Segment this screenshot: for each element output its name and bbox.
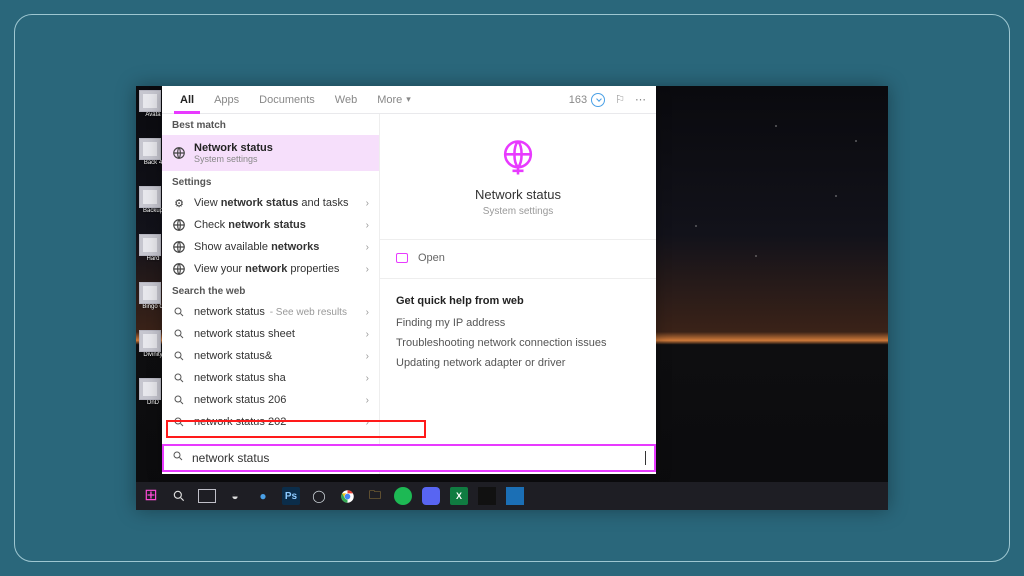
help-link[interactable]: Finding my IP address [396, 313, 640, 333]
result-label: network status 206 [194, 394, 358, 406]
result-label: View network status and tasks [194, 197, 358, 209]
globe-icon [172, 240, 186, 254]
excel-icon[interactable]: X [450, 487, 468, 505]
globe-icon [172, 262, 186, 276]
search-icon [172, 371, 186, 385]
taskbar: ⊞ ◒ ● Ps ◯ 🗀 X [136, 482, 888, 510]
web-result[interactable]: network status sheet › [162, 323, 379, 345]
chrome-icon[interactable] [338, 487, 356, 505]
rewards-icon [591, 93, 605, 107]
discord-icon[interactable] [422, 487, 440, 505]
chevron-right-icon: › [366, 373, 369, 384]
chevron-right-icon: › [366, 307, 369, 318]
result-label: View your network properties [194, 263, 358, 275]
search-icon [172, 349, 186, 363]
more-options-icon[interactable]: ⋯ [635, 93, 648, 106]
open-icon [396, 253, 408, 263]
result-label: Show available networks [194, 241, 358, 253]
tab-more[interactable]: More▾ [367, 86, 421, 113]
taskbar-search-icon[interactable] [170, 487, 188, 505]
gear-icon: ⚙ [172, 196, 186, 210]
web-result[interactable]: network status - See web results › [162, 301, 379, 323]
settings-result[interactable]: View your network properties › [162, 258, 379, 280]
web-result[interactable]: network status 206 › [162, 389, 379, 411]
section-settings: Settings [162, 171, 379, 192]
result-kind: System settings [194, 154, 273, 164]
result-label: network status - See web results [194, 306, 358, 318]
result-label: network status sha [194, 372, 358, 384]
taskbar-app-icon[interactable]: ● [254, 487, 272, 505]
chevron-right-icon: › [366, 220, 369, 231]
steam-icon[interactable]: ◯ [310, 487, 328, 505]
settings-result[interactable]: Show available networks › [162, 236, 379, 258]
result-label: Check network status [194, 219, 358, 231]
taskbar-app-icon[interactable]: ◒ [226, 487, 244, 505]
chevron-right-icon: › [366, 329, 369, 340]
terminal-icon[interactable] [478, 487, 496, 505]
settings-result[interactable]: Check network status › [162, 214, 379, 236]
search-icon [172, 327, 186, 341]
result-detail-pane: Network status System settings Open Get … [380, 114, 656, 474]
web-result[interactable]: network status& › [162, 345, 379, 367]
taskbar-app-icon[interactable] [506, 487, 524, 505]
search-tabs: All Apps Documents Web More▾ 163 ⚐ ⋯ [162, 86, 656, 114]
search-icon [172, 449, 184, 467]
section-search-web: Search the web [162, 280, 379, 301]
divider [380, 278, 656, 279]
chevron-right-icon: › [366, 242, 369, 253]
spotify-icon[interactable] [394, 487, 412, 505]
chevron-right-icon: › [366, 395, 369, 406]
search-icon [172, 305, 186, 319]
tab-documents[interactable]: Documents [249, 86, 325, 113]
rewards-badge[interactable]: 163 [569, 93, 605, 107]
search-icon [172, 393, 186, 407]
chevron-down-icon: ▾ [406, 94, 411, 105]
settings-result[interactable]: ⚙ View network status and tasks › [162, 192, 379, 214]
chevron-right-icon: › [366, 417, 369, 428]
feedback-icon[interactable]: ⚐ [615, 93, 625, 106]
start-search-box[interactable] [162, 444, 656, 472]
chevron-right-icon: › [366, 198, 369, 209]
result-label: network status 202 [194, 416, 358, 428]
windows-desktop-screenshot: Avata Back 4 Backup Hard Bingo C Divinit… [136, 86, 888, 510]
chevron-right-icon: › [366, 351, 369, 362]
explorer-icon[interactable]: 🗀 [366, 487, 384, 505]
divider [380, 239, 656, 240]
tab-web[interactable]: Web [325, 86, 367, 113]
open-label: Open [418, 252, 445, 264]
open-action[interactable]: Open [396, 248, 640, 274]
help-link[interactable]: Troubleshooting network connection issue… [396, 333, 640, 353]
text-caret [645, 451, 646, 465]
web-result[interactable]: network status sha › [162, 367, 379, 389]
detail-kind: System settings [483, 206, 554, 217]
tab-apps[interactable]: Apps [204, 86, 249, 113]
tab-all[interactable]: All [170, 86, 204, 113]
results-list: Best match Network status System setting… [162, 114, 380, 474]
globe-icon [172, 218, 186, 232]
globe-icon [496, 136, 540, 183]
result-best-network-status[interactable]: Network status System settings [162, 135, 379, 171]
search-icon [172, 415, 186, 429]
help-header: Get quick help from web [396, 295, 640, 307]
rewards-count: 163 [569, 94, 587, 106]
start-search-flyout: All Apps Documents Web More▾ 163 ⚐ ⋯ Bes… [162, 86, 656, 474]
chevron-right-icon: › [366, 264, 369, 275]
result-title: Network status [194, 142, 273, 154]
detail-title: Network status [475, 187, 561, 202]
section-best-match: Best match [162, 114, 379, 135]
photoshop-icon[interactable]: Ps [282, 487, 300, 505]
web-result[interactable]: network status 202 › [162, 411, 379, 433]
search-input[interactable] [192, 451, 637, 465]
help-link[interactable]: Updating network adapter or driver [396, 353, 640, 373]
result-label: network status& [194, 350, 358, 362]
result-label: network status sheet [194, 328, 358, 340]
task-view-icon[interactable] [198, 487, 216, 505]
start-button[interactable]: ⊞ [142, 487, 160, 505]
globe-icon [172, 146, 186, 160]
